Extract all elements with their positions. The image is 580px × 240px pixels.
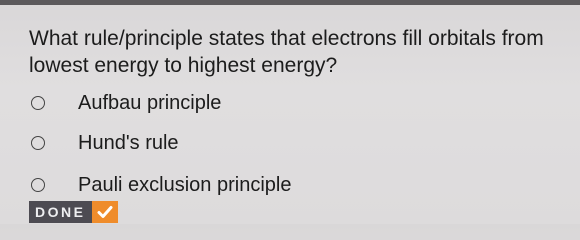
- done-button[interactable]: DONE: [29, 201, 119, 223]
- radio-button[interactable]: [31, 178, 45, 192]
- option-aufbau[interactable]: Aufbau principle: [31, 92, 221, 114]
- option-pauli-exclusion[interactable]: Pauli exclusion principle: [31, 174, 291, 196]
- radio-button[interactable]: [31, 136, 45, 150]
- option-label: Aufbau principle: [78, 91, 222, 114]
- top-border: [0, 0, 580, 5]
- option-label: Hund's rule: [78, 131, 179, 154]
- done-label: DONE: [29, 201, 93, 223]
- question-text: What rule/principle states that electron…: [29, 27, 544, 77]
- radio-button[interactable]: [31, 96, 45, 110]
- option-hunds-rule[interactable]: Hund's rule: [31, 132, 179, 154]
- option-label: Pauli exclusion principle: [78, 173, 292, 196]
- checkmark-icon: [92, 201, 119, 223]
